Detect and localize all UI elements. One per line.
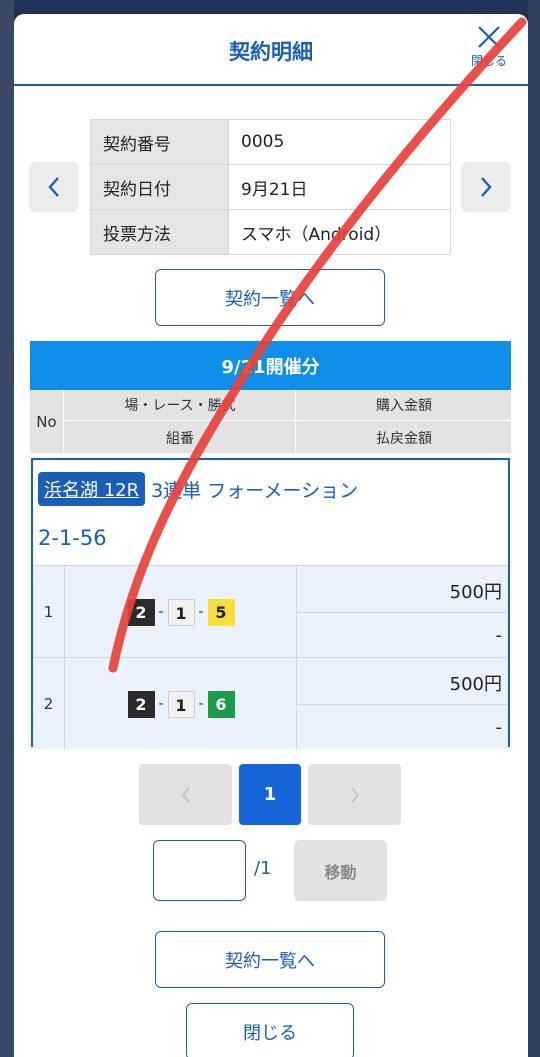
separator: - [198, 604, 204, 620]
race-line: 浜名湖 12R 3連単 フォーメーション [38, 472, 358, 506]
next-page-button[interactable] [308, 764, 401, 825]
chevron-right-icon [481, 177, 492, 197]
backdrop [0, 0, 540, 14]
chevron-left-icon [181, 786, 190, 803]
table-row: 投票方法 スマホ（Android） [90, 209, 451, 255]
divider [298, 704, 508, 705]
column-header: No 場・レース・勝式 購入金額 組番 払戻金額 [30, 390, 511, 453]
modal-title: 契約明細 [229, 40, 313, 64]
bet-detail: 浜名湖 12R 3連単 フォーメーション 2-1-56 1 2 - 1 - 5 … [31, 458, 510, 750]
contract-number-value: 0005 [228, 119, 451, 165]
purchase-amount: 500円 [449, 582, 502, 603]
modal-header: 契約明細 閉じる [14, 14, 528, 86]
divider [298, 612, 508, 613]
purchase-amount: 500円 [449, 674, 502, 695]
separator: - [198, 696, 204, 712]
day-header: 9/21開催分 [30, 341, 511, 390]
bet-type: 3連単 フォーメーション [151, 479, 359, 502]
row-combination: 2 - 1 - 6 [66, 658, 297, 750]
move-button[interactable]: 移動 [294, 840, 387, 901]
page-number-input[interactable] [153, 840, 246, 901]
contract-info-table: 契約番号 0005 契約日付 9月21日 投票方法 スマホ（Android） [90, 119, 451, 255]
backdrop-left [0, 0, 14, 1057]
column-combination: 組番 [65, 422, 296, 453]
boat-number: 6 [207, 690, 235, 718]
row-combination: 2 - 1 - 5 [66, 566, 297, 658]
contract-number-label: 契約番号 [90, 119, 229, 165]
close-icon [478, 26, 500, 48]
column-purchase-amount: 購入金額 [297, 390, 511, 421]
column-no: No [30, 390, 64, 453]
contract-list-button-bottom[interactable]: 契約一覧へ [155, 931, 385, 988]
table-row: 1 2 - 1 - 5 500円 - [33, 565, 508, 658]
page-total: /1 [254, 858, 272, 879]
combination-text: 2-1-56 [38, 526, 107, 550]
table-row: 契約日付 9月21日 [90, 164, 451, 210]
prev-contract-button[interactable] [29, 162, 79, 212]
row-no: 1 [33, 566, 65, 658]
vote-method-value: スマホ（Android） [228, 209, 451, 255]
contract-date-value: 9月21日 [228, 164, 451, 210]
boat-number: 2 [127, 598, 155, 626]
table-row: 2 2 - 1 - 6 500円 - [33, 657, 508, 750]
refund-amount: - [495, 625, 503, 646]
contract-date-label: 契約日付 [90, 164, 229, 210]
refund-amount: - [495, 717, 503, 738]
current-page-button[interactable]: 1 [239, 764, 301, 825]
chevron-left-icon [48, 177, 59, 197]
next-contract-button[interactable] [461, 162, 511, 212]
table-row: 契約番号 0005 [90, 119, 451, 165]
contract-detail-modal: 契約明細 閉じる 契約番号 0005 契約日付 9月21日 投票方法 スマホ（A… [14, 14, 528, 1057]
boat-number: 1 [167, 598, 195, 626]
column-race-type: 場・レース・勝式 [65, 390, 296, 421]
contract-list-button[interactable]: 契約一覧へ [155, 269, 385, 326]
boat-number: 2 [127, 690, 155, 718]
close-button[interactable]: 閉じる [464, 24, 514, 80]
prev-page-button[interactable] [139, 764, 232, 825]
vote-method-label: 投票方法 [90, 209, 229, 255]
venue-race-link[interactable]: 浜名湖 12R [38, 472, 146, 506]
close-button-bottom[interactable]: 閉じる [186, 1003, 354, 1057]
row-no: 2 [33, 658, 65, 750]
boat-number: 1 [167, 690, 195, 718]
separator: - [158, 604, 164, 620]
backdrop-right [528, 0, 540, 1057]
column-refund-amount: 払戻金額 [376, 430, 432, 447]
separator: - [158, 696, 164, 712]
close-label: 閉じる [470, 54, 507, 68]
boat-number: 5 [207, 598, 235, 626]
chevron-right-icon [350, 786, 359, 803]
